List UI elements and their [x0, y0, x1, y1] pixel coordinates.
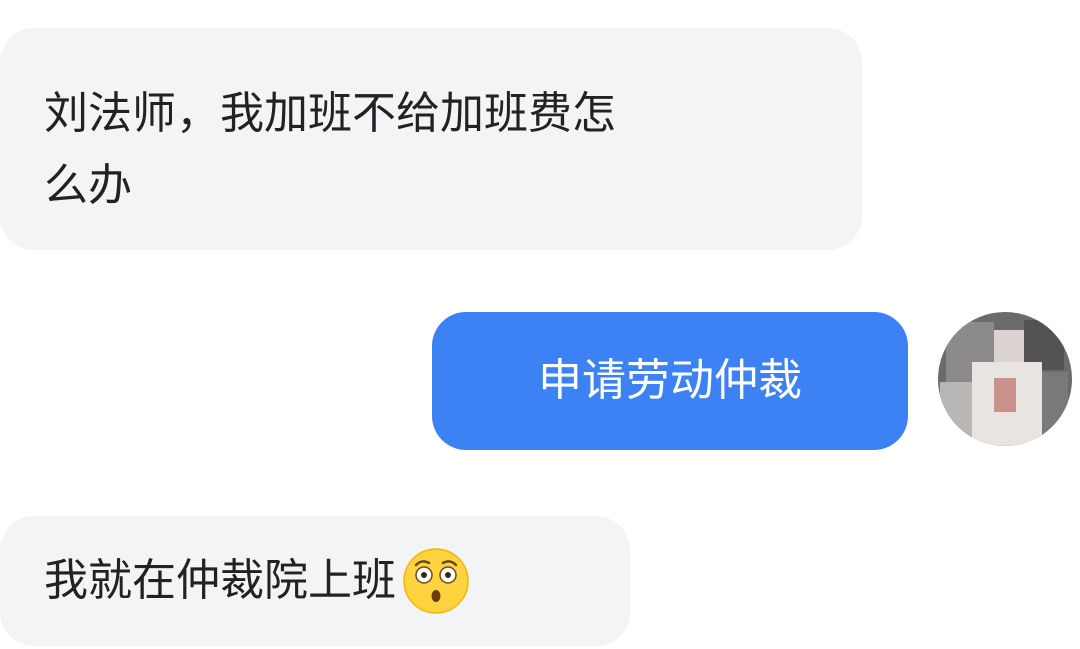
outgoing-message-bubble[interactable]: 申请劳动仲裁 [432, 312, 908, 450]
astonished-face-emoji-icon [403, 548, 469, 614]
chat-thread: 刘法师，我加班不给加班费怎 么办 申请劳动仲裁 我就在仲裁院上班 [0, 0, 1080, 649]
message-text: 刘法师，我加班不给加班费怎 么办 [44, 88, 616, 211]
incoming-message-bubble[interactable]: 我就在仲裁院上班 [0, 516, 630, 646]
incoming-message-bubble[interactable]: 刘法师，我加班不给加班费怎 么办 [0, 28, 862, 250]
message-text: 我就在仲裁院上班 [44, 555, 396, 606]
avatar[interactable] [938, 312, 1072, 446]
message-text: 申请劳动仲裁 [538, 355, 802, 406]
